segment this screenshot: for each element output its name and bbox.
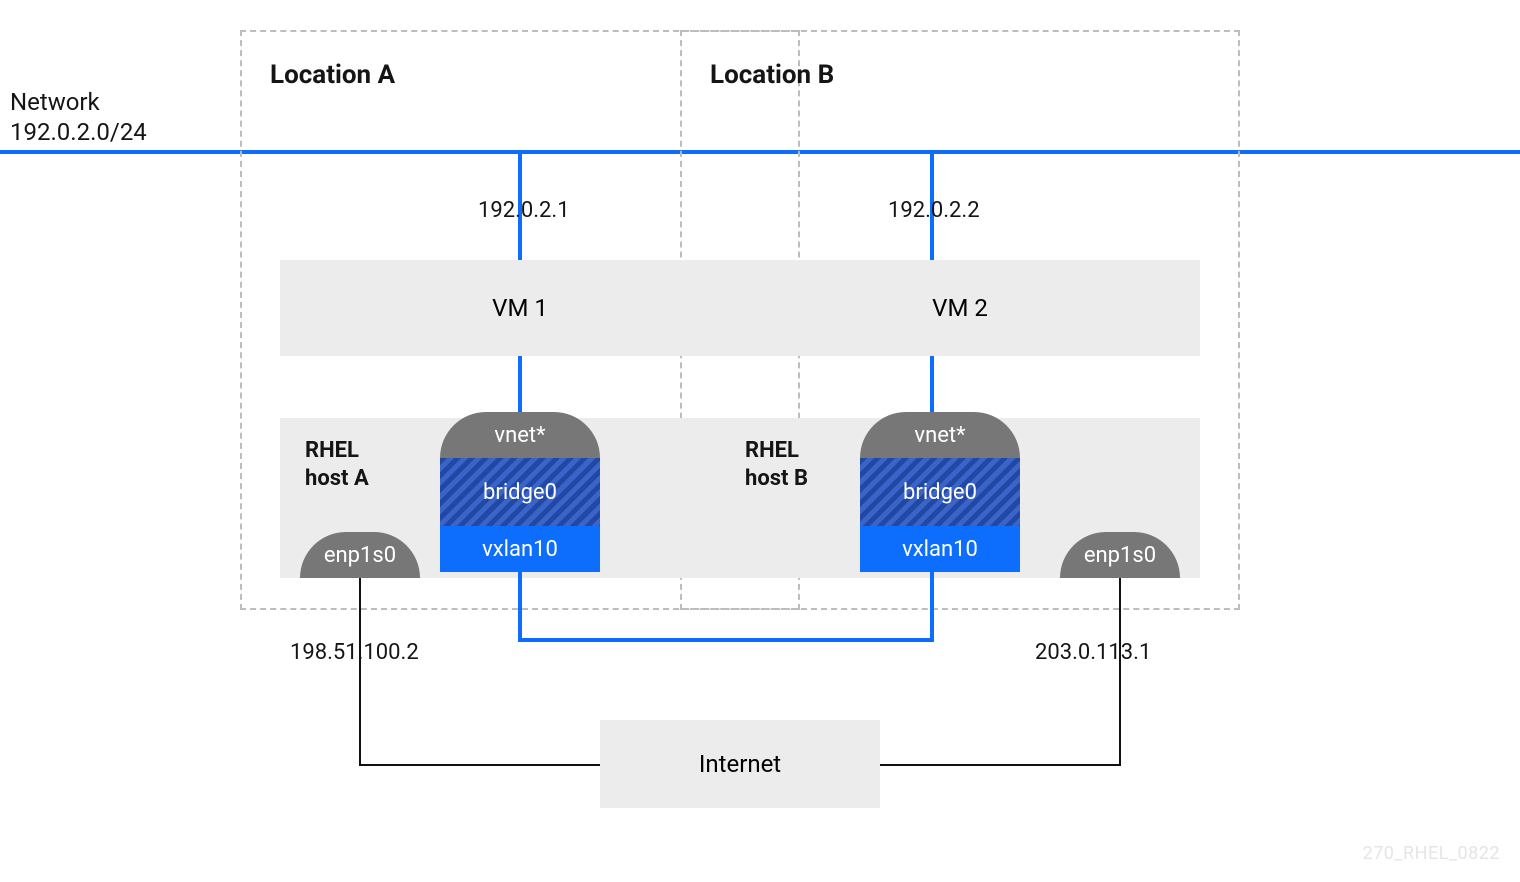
loc-b-ip-label: 192.0.2.2	[888, 198, 980, 223]
network-title: Network	[10, 88, 100, 116]
vxlan-b: vxlan10	[860, 526, 1020, 572]
stack-b: vnet* bridge0 vxlan10	[860, 412, 1020, 572]
nic-b-to-internet-line	[880, 764, 1121, 766]
nic-a-to-internet-line	[359, 764, 600, 766]
vnet-a: vnet*	[440, 412, 600, 458]
vxlan-b-down-line	[930, 572, 934, 642]
nic-a-down-line	[359, 578, 361, 764]
vxlan-tunnel-line	[518, 638, 934, 642]
vm1-label: VM 1	[492, 294, 548, 322]
rhel-host-b-label1: RHEL	[745, 438, 799, 463]
stack-a: vnet* bridge0 vxlan10	[440, 412, 600, 572]
location-a-title: Location A	[270, 60, 395, 90]
rhel-host-a-label2: host A	[305, 466, 369, 491]
loc-a-vm-to-stack-line	[518, 356, 522, 412]
internet-box: Internet	[600, 720, 880, 808]
vxlan-a-down-line	[518, 572, 522, 642]
vm2-label: VM 2	[932, 294, 988, 322]
loc-b-vm-to-stack-line	[930, 356, 934, 412]
bridge-b: bridge0	[860, 458, 1020, 526]
diagram-stage: Network 192.0.2.0/24 Location A Location…	[0, 0, 1520, 882]
public-ip-a: 198.51.100.2	[290, 640, 419, 665]
bridge-a: bridge0	[440, 458, 600, 526]
vm2-box: VM 2	[720, 260, 1200, 356]
vnet-b: vnet*	[860, 412, 1020, 458]
watermark: 270_RHEL_0822	[1363, 843, 1500, 864]
network-cidr: 192.0.2.0/24	[10, 118, 147, 146]
rhel-host-b-label2: host B	[745, 466, 808, 491]
internet-label: Internet	[699, 750, 781, 778]
loc-a-ip-label: 192.0.2.1	[478, 198, 570, 223]
rhel-host-a-label1: RHEL	[305, 438, 359, 463]
vxlan-a: vxlan10	[440, 526, 600, 572]
vm1-box: VM 1	[280, 260, 760, 356]
nic-b-down-line	[1119, 578, 1121, 764]
public-ip-b: 203.0.113.1	[1035, 640, 1151, 665]
location-b-title: Location B	[710, 60, 834, 90]
